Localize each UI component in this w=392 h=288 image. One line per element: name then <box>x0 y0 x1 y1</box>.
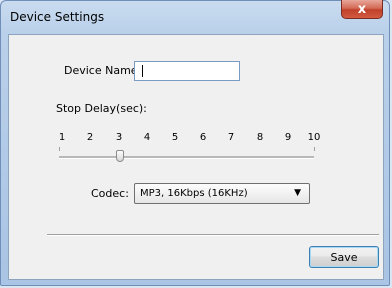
tick-label: 1 <box>58 132 66 143</box>
close-button[interactable]: x <box>341 0 383 19</box>
stop-delay-slider-thumb[interactable] <box>116 150 124 162</box>
tick-label: 3 <box>115 132 123 143</box>
tick-label: 4 <box>143 132 151 143</box>
save-button[interactable]: Save <box>309 246 379 268</box>
close-icon: x <box>357 1 367 17</box>
slider-tick-mark <box>59 147 60 151</box>
tick-label: 8 <box>256 132 264 143</box>
tick-label: 5 <box>171 132 179 143</box>
device-name-label: Device Name: <box>64 64 142 77</box>
text-caret <box>142 65 143 77</box>
codec-selected-value: MP3, 16Kbps (16KHz) <box>140 188 248 199</box>
title-bar[interactable]: Device Settings x <box>1 0 389 35</box>
tick-label: 9 <box>284 132 292 143</box>
codec-label: Codec: <box>91 187 129 200</box>
window-title: Device Settings <box>10 10 105 24</box>
separator-line <box>47 234 379 236</box>
tick-label: 6 <box>199 132 207 143</box>
stop-delay-label: Stop Delay(sec): <box>56 102 147 115</box>
tick-label: 10 <box>307 132 321 143</box>
stop-delay-tick-labels: 1 2 3 4 5 6 7 8 9 10 <box>9 132 385 146</box>
codec-select[interactable]: MP3, 16Kbps (16KHz) ▼ <box>134 183 310 204</box>
device-settings-window: Device Settings x Device Name: Stop Dela… <box>0 0 390 286</box>
device-name-input[interactable] <box>134 61 240 81</box>
dialog-content: Device Name: Stop Delay(sec): 1 2 3 4 5 … <box>8 34 384 280</box>
tick-label: 7 <box>227 132 235 143</box>
stop-delay-slider-track[interactable] <box>59 156 314 159</box>
slider-tick-mark <box>314 147 315 151</box>
tick-label: 2 <box>86 132 94 143</box>
dropdown-arrow-icon: ▼ <box>294 188 301 198</box>
save-button-label: Save <box>330 250 358 264</box>
